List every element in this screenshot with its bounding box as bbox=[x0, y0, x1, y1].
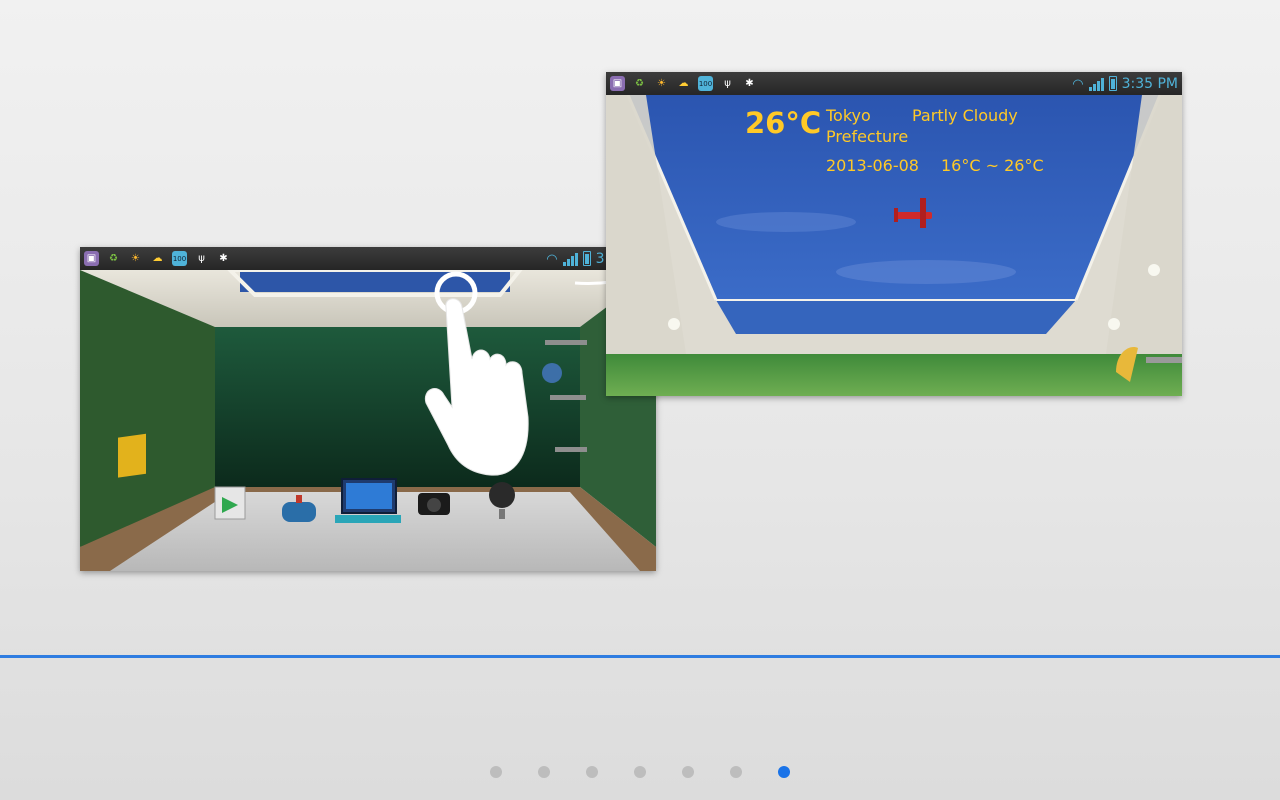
weather-city-line1: Tokyo bbox=[826, 106, 871, 125]
tap-gesture-icon bbox=[424, 271, 529, 476]
page-dot[interactable] bbox=[586, 766, 598, 778]
photo-icon: ▣ bbox=[610, 76, 625, 91]
weather-screenshot: ▣ ♻ ☀ ☁ 100 ψ ✱ ◠ 3:35 PM 26°C Tokyo Pre… bbox=[606, 72, 1182, 396]
weather-icon: ☁ bbox=[152, 253, 163, 264]
sun-icon: ☀ bbox=[657, 78, 666, 89]
wifi-icon: ◠ bbox=[1072, 75, 1084, 91]
page-dot[interactable] bbox=[730, 766, 742, 778]
sync-icon: ♻ bbox=[635, 78, 644, 89]
sun-icon: ☀ bbox=[131, 253, 140, 264]
usb-icon: ψ bbox=[724, 78, 731, 89]
weather-condition: Partly Cloudy bbox=[912, 106, 1018, 125]
weather-range: 16°C ~ 26°C bbox=[941, 156, 1044, 175]
photo-icon: ▣ bbox=[84, 251, 99, 266]
weather-temperature: 26°C bbox=[745, 106, 822, 140]
usb-icon: ψ bbox=[198, 253, 205, 264]
status-time: 3:35 PM bbox=[1121, 75, 1178, 92]
status-bar: ▣ ♻ ☀ ☁ 100 ψ ✱ ◠ 3:35 PM bbox=[606, 72, 1182, 95]
battery-status-icon: 100 bbox=[698, 76, 713, 91]
battery-status-icon: 100 bbox=[172, 251, 187, 266]
weather-city-line2: Prefecture bbox=[826, 127, 909, 146]
sync-icon: ♻ bbox=[109, 253, 118, 264]
weather-date: 2013-06-08 bbox=[826, 156, 919, 175]
android-debug-icon: ✱ bbox=[219, 253, 228, 264]
skylight-scene bbox=[606, 72, 1182, 396]
page-dot[interactable] bbox=[538, 766, 550, 778]
pagination-dots bbox=[0, 766, 1280, 780]
room-screenshot: ▣ ♻ ☀ ☁ 100 ψ ✱ ◠ 3:35 PM bbox=[80, 247, 656, 571]
weather-icon: ☁ bbox=[678, 78, 689, 89]
page-dot[interactable] bbox=[490, 766, 502, 778]
page-dot[interactable] bbox=[778, 766, 790, 778]
android-debug-icon: ✱ bbox=[745, 78, 754, 89]
page-dot[interactable] bbox=[682, 766, 694, 778]
page-dot[interactable] bbox=[634, 766, 646, 778]
wifi-icon: ◠ bbox=[546, 250, 558, 266]
battery-icon bbox=[1108, 76, 1117, 91]
signal-icon bbox=[1088, 76, 1104, 91]
divider-line bbox=[0, 655, 1280, 658]
